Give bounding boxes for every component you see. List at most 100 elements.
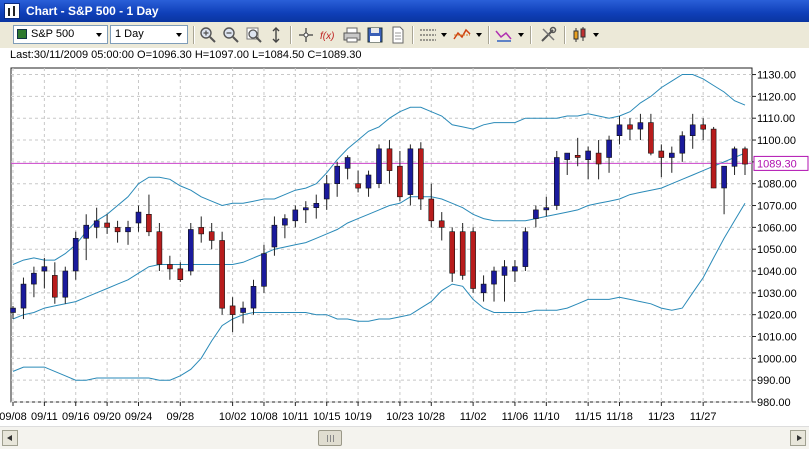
scroll-left-button[interactable] <box>2 430 18 446</box>
candle-up <box>553 157 560 206</box>
x-tick-label: 10/11 <box>282 411 309 423</box>
right-arrow-icon <box>797 435 802 441</box>
symbol-select-value: S&P 500 <box>31 28 75 40</box>
candle-up <box>250 286 257 309</box>
candle-down <box>104 222 110 228</box>
candle-up <box>533 209 539 219</box>
candle-down <box>417 148 424 200</box>
candle-down <box>156 231 163 265</box>
y-tick-label: 1020.00 <box>757 310 797 322</box>
chevron-down-icon[interactable] <box>593 33 599 37</box>
candle-up <box>606 139 612 158</box>
y-tick-label: 1010.00 <box>757 332 797 344</box>
y-tick-label: 990.00 <box>757 375 791 387</box>
window-titlebar[interactable]: Chart - S&P 500 - 1 Day <box>0 0 809 22</box>
candle-down <box>229 305 236 315</box>
last-price-label: 1089.30 <box>757 158 797 170</box>
symbol-select[interactable]: S&P 500 <box>13 25 108 44</box>
x-tick-label: 11/18 <box>606 411 633 423</box>
left-arrow-icon <box>7 435 12 441</box>
horizontal-scrollbar[interactable] <box>0 426 809 449</box>
period-select-value: 1 Day <box>115 28 144 40</box>
scrollbar-thumb[interactable] <box>318 430 342 446</box>
candle-up <box>323 183 330 200</box>
candle-up <box>261 253 267 287</box>
candle-up <box>637 122 644 130</box>
zoom-fit-icon[interactable] <box>244 25 264 45</box>
svg-text:f(x): f(x) <box>320 31 334 42</box>
chevron-down-icon[interactable] <box>441 33 447 37</box>
candle-up <box>334 165 341 184</box>
zoom-out-icon[interactable] <box>221 25 241 45</box>
candle-up <box>721 165 727 189</box>
x-tick-label: 09/20 <box>93 411 121 423</box>
x-tick-label: 10/23 <box>386 411 414 423</box>
x-tick-label: 09/16 <box>62 411 90 423</box>
period-select[interactable]: 1 Day <box>110 25 188 44</box>
y-tick-label: 1070.00 <box>757 201 797 213</box>
y-tick-label: 1110.00 <box>757 113 795 125</box>
symbol-icon <box>17 29 27 39</box>
candle-down <box>219 240 225 309</box>
candle-up <box>313 203 320 209</box>
candle-up <box>135 211 142 224</box>
y-tick-label: 1100.00 <box>757 135 796 147</box>
candle-up <box>731 148 738 167</box>
candle-up <box>512 266 518 272</box>
toolbar-separator <box>290 26 292 44</box>
y-tick-label: 1120.00 <box>757 91 796 103</box>
candle-up <box>271 224 278 248</box>
tools-icon[interactable] <box>538 25 558 45</box>
candle-up <box>491 270 497 285</box>
x-tick-label: 09/28 <box>167 411 195 423</box>
candle-down <box>627 124 633 130</box>
style-icon[interactable] <box>452 25 472 45</box>
crosshair-icon[interactable] <box>296 25 316 45</box>
candle-up <box>302 207 309 211</box>
x-tick-label: 10/19 <box>344 411 372 423</box>
zoom-in-icon[interactable] <box>198 25 218 45</box>
candle-down <box>386 148 393 171</box>
x-tick-label: 10/15 <box>313 411 341 423</box>
candle-down <box>658 150 665 158</box>
candle-up <box>41 266 48 272</box>
candle-up <box>522 231 529 267</box>
candle-up <box>407 148 414 195</box>
candle-down <box>459 231 466 276</box>
candle-down <box>355 183 361 189</box>
toolbar: S&P 500 1 Day f(x) <box>0 22 809 49</box>
chevron-down-icon <box>96 33 102 37</box>
x-tick-label: 09/11 <box>31 411 58 423</box>
x-tick-label: 11/23 <box>648 411 675 423</box>
x-tick-label: 11/27 <box>690 411 717 423</box>
scroll-right-button[interactable] <box>790 430 806 446</box>
candle-up <box>480 283 487 294</box>
candle-down <box>700 124 707 130</box>
chevron-down-icon[interactable] <box>476 33 482 37</box>
print-icon[interactable] <box>342 25 362 45</box>
candle-down <box>648 122 654 154</box>
candle-down <box>198 227 204 235</box>
candle-down <box>114 227 121 233</box>
indicator-icon[interactable] <box>494 25 514 45</box>
tick-chart-icon[interactable]: f(x) <box>319 25 339 45</box>
candle-up <box>365 174 372 189</box>
grid-icon[interactable] <box>418 25 438 45</box>
document-icon[interactable] <box>388 25 408 45</box>
candlestick-chart[interactable]: 980.00 990.00 1000.00 1010.00 1020.00 1030.00… <box>0 64 809 426</box>
candle-up <box>62 270 69 298</box>
candle-up <box>31 272 37 285</box>
bars-type-icon[interactable] <box>570 25 590 45</box>
candle-up <box>543 207 550 211</box>
candle-down <box>177 268 184 281</box>
axis-scale-icon[interactable] <box>266 25 286 45</box>
chevron-down-icon[interactable] <box>518 33 524 37</box>
y-tick-label: 1130.00 <box>757 70 796 82</box>
save-icon[interactable] <box>365 25 385 45</box>
candle-down <box>428 198 435 222</box>
candle-down <box>208 231 215 241</box>
candle-up <box>282 218 288 226</box>
chart-app-icon <box>4 3 20 19</box>
candle-down <box>595 152 602 165</box>
x-tick-label: 09/24 <box>125 411 153 423</box>
